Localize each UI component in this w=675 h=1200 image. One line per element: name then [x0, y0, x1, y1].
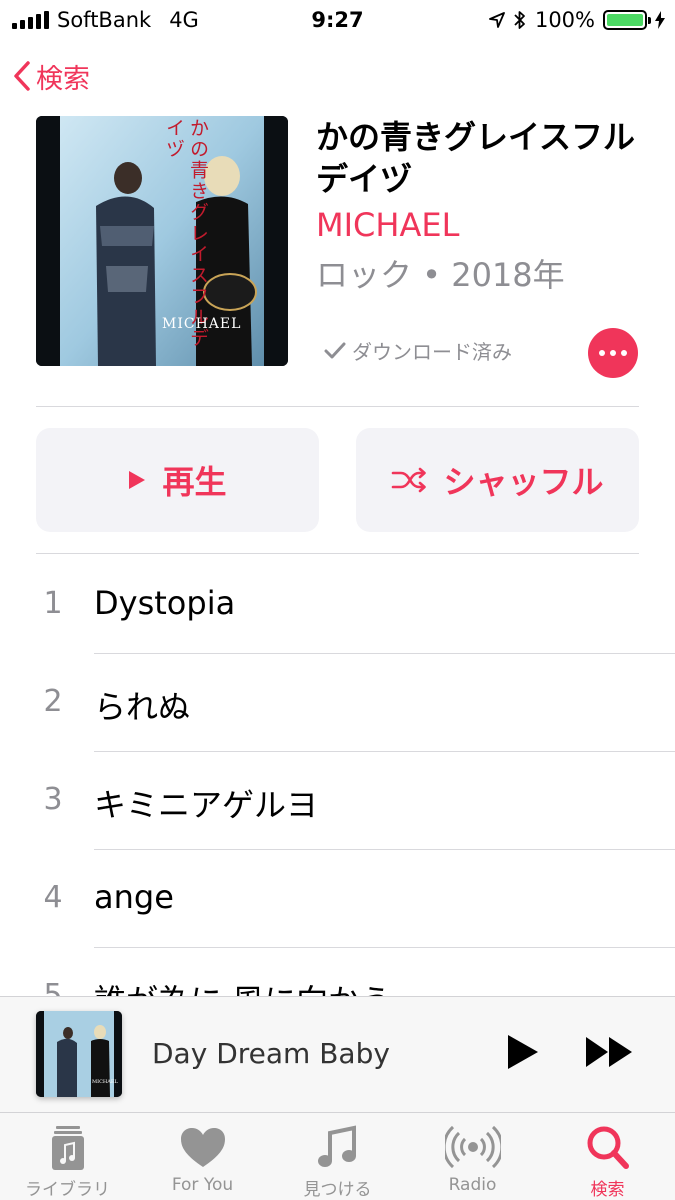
location-icon — [489, 12, 505, 28]
album-artist-link[interactable]: MICHAEL — [316, 206, 459, 244]
tab-radio[interactable]: Radio — [405, 1113, 540, 1200]
battery-level — [607, 14, 643, 26]
now-playing-artwork-image: MICHAEL — [36, 1011, 122, 1097]
ellipsis-dot — [610, 350, 616, 356]
now-playing-artwork[interactable]: MICHAEL — [36, 1011, 122, 1097]
tab-bar: ライブラリ For You 見つける Radio 検索 — [0, 1112, 675, 1200]
tab-search[interactable]: 検索 — [540, 1113, 675, 1200]
shuffle-button-label: シャッフル — [443, 463, 604, 501]
tab-radio-label: Radio — [448, 1175, 497, 1195]
checkmark-icon — [324, 342, 346, 358]
download-status: ダウンロード済み — [324, 336, 512, 365]
album-genre-year: ロック • 2018年 — [316, 256, 565, 294]
track-row[interactable]: 4 ange — [0, 850, 675, 948]
header-divider — [36, 406, 639, 407]
track-number: 3 — [43, 782, 63, 817]
track-number: 5 — [43, 978, 63, 996]
svg-text:MICHAEL: MICHAEL — [92, 1079, 119, 1085]
track-title: Dystopia — [94, 584, 236, 622]
track-number: 1 — [43, 586, 63, 621]
download-status-label: ダウンロード済み — [352, 340, 512, 364]
tab-for-you-label: For You — [171, 1175, 234, 1195]
battery-percent: 100% — [534, 8, 595, 32]
more-options-button[interactable] — [588, 328, 638, 378]
tab-browse[interactable]: 見つける — [270, 1113, 405, 1200]
tab-for-you[interactable]: For You — [135, 1113, 270, 1200]
play-icon — [129, 471, 146, 489]
chevron-left-icon — [14, 61, 30, 91]
track-row[interactable]: 3 キミニアゲルヨ — [0, 752, 675, 850]
album-artwork[interactable] — [36, 116, 288, 366]
back-button[interactable]: 検索 — [12, 54, 90, 98]
library-icon — [51, 1126, 84, 1170]
heart-icon — [180, 1128, 225, 1167]
track-list: 1 Dystopia 2 られぬ 3 キミニアゲルヨ 4 ange 5 誰が為に… — [0, 556, 675, 996]
battery-icon — [603, 10, 651, 30]
search-icon — [587, 1126, 629, 1169]
tab-search-label: 検索 — [590, 1180, 625, 1200]
fast-forward-button[interactable] — [584, 1035, 634, 1073]
play-icon — [508, 1035, 538, 1069]
play-button-label: 再生 — [162, 463, 227, 501]
fast-forward-icon — [586, 1037, 632, 1067]
bluetooth-icon — [514, 11, 525, 29]
status-bar: SoftBank 4G 9:27 100% — [0, 0, 675, 40]
shuffle-button[interactable]: シャッフル — [356, 428, 639, 532]
status-right: 100% — [489, 8, 665, 32]
ellipsis-dot — [621, 350, 627, 356]
ellipsis-dot — [599, 350, 605, 356]
tab-browse-label: 見つける — [303, 1180, 372, 1200]
actions-divider — [36, 553, 639, 554]
artwork-image — [36, 116, 288, 366]
tab-library[interactable]: ライブラリ — [0, 1113, 135, 1200]
back-label: 検索 — [36, 63, 90, 95]
shuffle-icon — [392, 467, 427, 493]
track-title: ange — [94, 878, 174, 916]
track-row[interactable]: 1 Dystopia — [0, 556, 675, 654]
radio-icon — [444, 1125, 501, 1169]
tab-library-label: ライブラリ — [25, 1180, 110, 1200]
track-row[interactable]: 5 誰が為に 風に向かう — [0, 948, 675, 996]
mini-play-button[interactable] — [504, 1033, 540, 1075]
track-number: 4 — [43, 880, 63, 915]
album-title: かの青きグレイスフルデイヅ — [316, 118, 636, 198]
track-title: られぬ — [94, 688, 191, 726]
track-number: 2 — [43, 684, 63, 719]
music-note-icon — [317, 1125, 356, 1167]
track-title: 誰が為に 風に向かう — [94, 976, 392, 996]
play-button[interactable]: 再生 — [36, 428, 319, 532]
now-playing-title: Day Dream Baby — [152, 1037, 390, 1070]
mini-player[interactable]: MICHAEL Day Dream Baby — [0, 996, 675, 1112]
track-title: キミニアゲルヨ — [94, 786, 319, 824]
track-row[interactable]: 2 られぬ — [0, 654, 675, 752]
charging-icon — [655, 11, 665, 29]
